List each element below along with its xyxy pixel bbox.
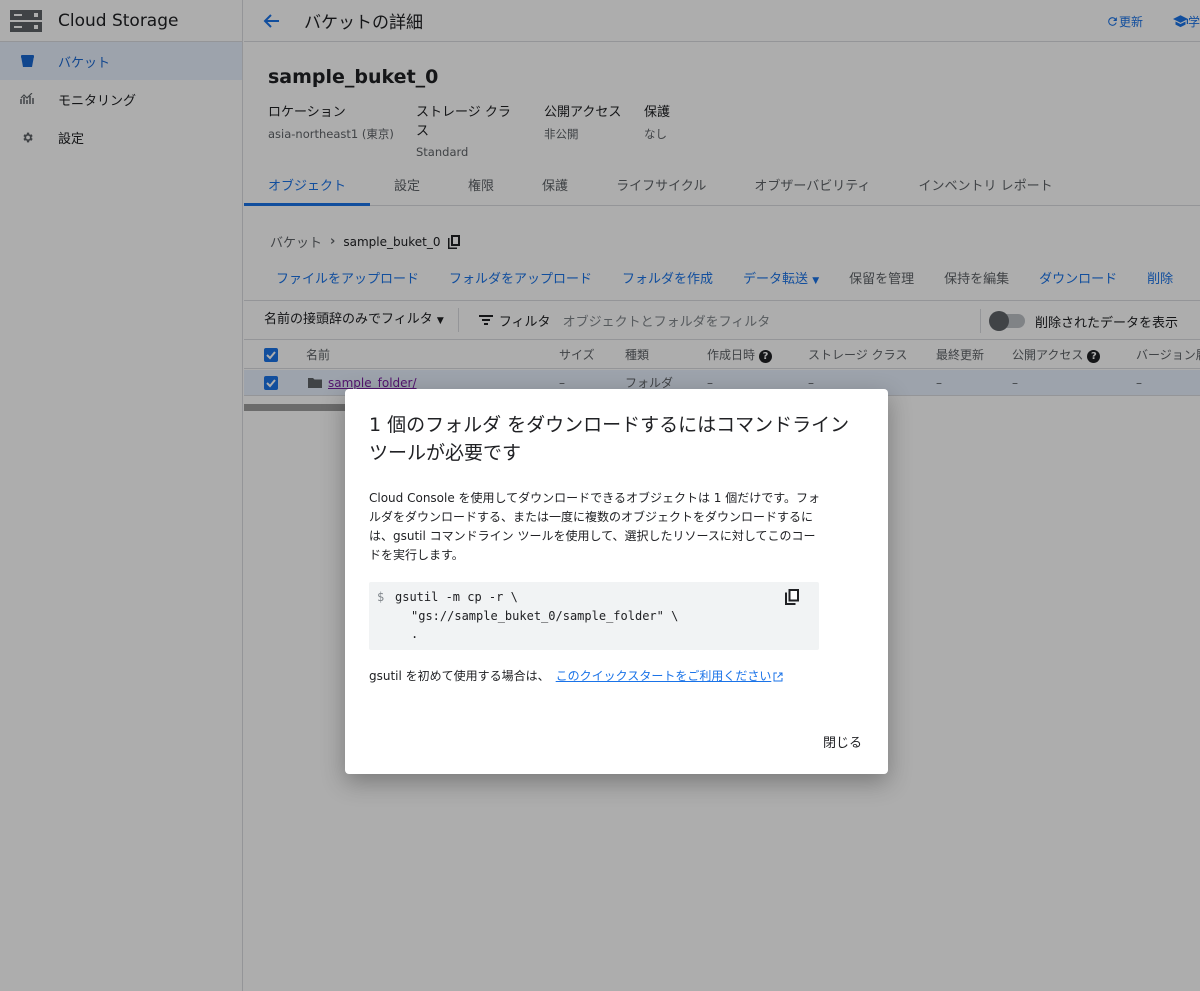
- dialog-body: Cloud Console を使用してダウンロードできるオブジェクトは 1 個だ…: [369, 491, 821, 562]
- code-block: $ gsutil -m cp -r \ "gs://sample_buket_0…: [369, 582, 819, 650]
- download-dialog: 1 個のフォルダ をダウンロードするにはコマンドライン ツールが必要です Clo…: [345, 389, 888, 774]
- quickstart-link[interactable]: このクイックスタートをご利用ください: [556, 669, 772, 683]
- copy-icon[interactable]: [785, 589, 799, 605]
- footer-text: gsutil を初めて使用する場合は、: [369, 669, 550, 683]
- code-line-3: .: [411, 627, 419, 641]
- dialog-footer-text: gsutil を初めて使用する場合は、 このクイックスタートをご利用ください: [369, 667, 783, 684]
- external-link-icon: [773, 672, 783, 681]
- code-line-1: gsutil -m cp -r \: [395, 590, 518, 604]
- close-button[interactable]: 閉じる: [823, 732, 862, 751]
- dialog-title: 1 個のフォルダ をダウンロードするにはコマンドライン ツールが必要です: [369, 414, 850, 464]
- code-line-2: "gs://sample_buket_0/sample_folder" \: [411, 609, 679, 623]
- code-prompt: $: [377, 590, 385, 604]
